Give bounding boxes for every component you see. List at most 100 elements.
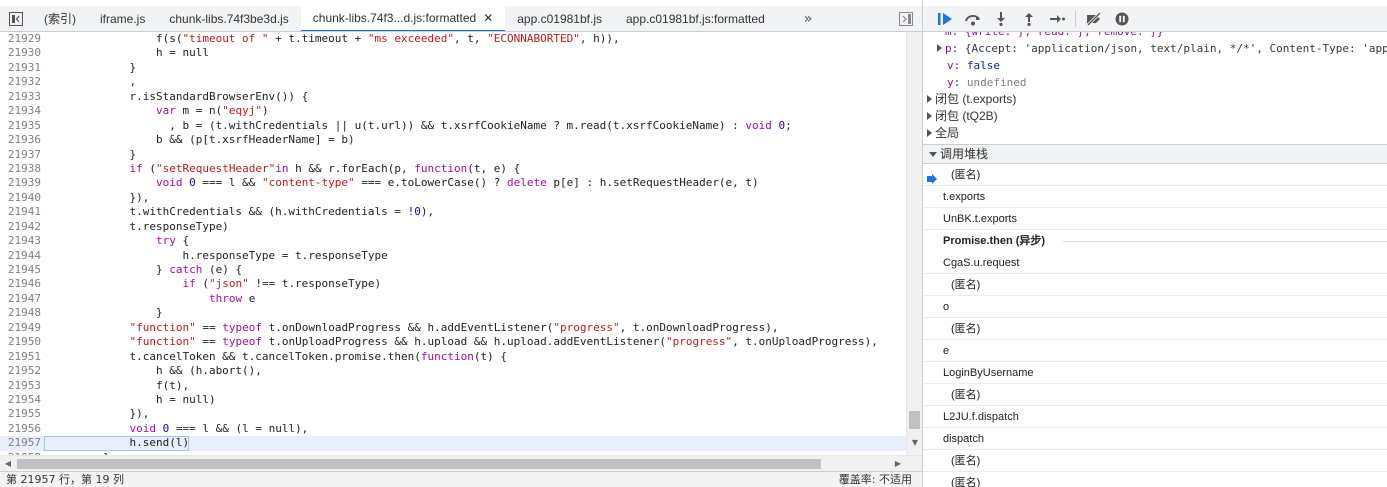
code-line[interactable]: 21954 h = null) — [0, 393, 906, 407]
code-line[interactable]: 21941 t.withCredentials && (h.withCreden… — [0, 205, 906, 219]
code-line[interactable]: 21955 }), — [0, 407, 906, 421]
line-number[interactable]: 21943 — [0, 234, 44, 248]
deactivate-breakpoints-icon[interactable] — [1080, 6, 1108, 32]
line-number[interactable]: 21930 — [0, 46, 44, 60]
tab-2[interactable]: chunk-libs.74f3be3d.js — [157, 6, 300, 31]
scope-section[interactable]: 全局 — [923, 125, 1387, 142]
line-number[interactable]: 21955 — [0, 407, 44, 421]
code-line[interactable]: 21949 "function" == typeof t.onDownloadP… — [0, 321, 906, 335]
scroll-left-arrow-icon[interactable]: ◀ — [3, 459, 13, 469]
line-number[interactable]: 21944 — [0, 249, 44, 263]
expand-triangle-icon[interactable] — [937, 44, 942, 52]
line-number[interactable]: 21957 — [0, 436, 44, 450]
call-frame[interactable]: UnBK.t.exports — [923, 208, 1387, 230]
line-number[interactable]: 21946 — [0, 277, 44, 291]
call-frame[interactable]: (匿名) — [923, 450, 1387, 472]
code-line[interactable]: 21956 void 0 === l && (l = null), — [0, 422, 906, 436]
resume-icon[interactable] — [931, 6, 959, 32]
scope-section[interactable]: 闭包 (tQ2B) — [923, 108, 1387, 125]
call-frame[interactable]: LoginByUsername — [923, 362, 1387, 384]
line-number[interactable]: 21941 — [0, 205, 44, 219]
call-frame[interactable]: (匿名) — [923, 472, 1387, 487]
horizontal-scroll-thumb[interactable] — [17, 459, 821, 469]
call-frame[interactable]: (匿名) — [923, 164, 1387, 186]
scope-section[interactable]: 闭包 (t.exports) — [923, 91, 1387, 108]
line-number[interactable]: 21932 — [0, 75, 44, 89]
line-number[interactable]: 21947 — [0, 292, 44, 306]
code-line[interactable]: 21930 h = null — [0, 46, 906, 60]
call-frame[interactable]: dispatch — [923, 428, 1387, 450]
close-tab-icon[interactable]: ✕ — [483, 11, 493, 25]
call-frame[interactable]: CgaS.u.request — [923, 252, 1387, 274]
call-frame[interactable]: (匿名) — [923, 274, 1387, 296]
line-number[interactable]: 21935 — [0, 119, 44, 133]
tab-4[interactable]: app.c01981bf.js — [505, 6, 614, 31]
call-frame[interactable]: (匿名) — [923, 318, 1387, 340]
call-frame[interactable]: t.exports — [923, 186, 1387, 208]
step-out-icon[interactable] — [1015, 6, 1043, 32]
line-number[interactable]: 21940 — [0, 191, 44, 205]
scope-variable-p[interactable]: p: {Accept: 'application/json, text/plai… — [923, 40, 1387, 57]
debugger-sidebar-toggle-icon[interactable] — [898, 11, 914, 27]
code-line[interactable]: 21957 h.send(l) — [0, 436, 906, 451]
code-line[interactable]: 21936 b && (p[t.xsrfHeaderName] = b) — [0, 133, 906, 147]
line-number[interactable]: 21939 — [0, 176, 44, 190]
expand-triangle-icon[interactable] — [927, 95, 932, 103]
line-number[interactable]: 21951 — [0, 350, 44, 364]
line-number[interactable]: 21933 — [0, 90, 44, 104]
line-number[interactable]: 21934 — [0, 104, 44, 118]
code-line[interactable]: 21942 t.responseType) — [0, 220, 906, 234]
code-line[interactable]: 21945 } catch (e) { — [0, 263, 906, 277]
tab-5[interactable]: app.c01981bf.js:formatted — [614, 6, 777, 31]
line-number[interactable]: 21936 — [0, 133, 44, 147]
pause-exceptions-icon[interactable] — [1108, 6, 1136, 32]
line-number[interactable]: 21953 — [0, 379, 44, 393]
call-frame[interactable]: (匿名) — [923, 384, 1387, 406]
scope-variable-partial[interactable]: m: {write: ƒ, read: ƒ, remove: ƒ} — [923, 32, 1387, 40]
scroll-right-arrow-icon[interactable]: ▶ — [893, 459, 903, 469]
line-number[interactable]: 21929 — [0, 32, 44, 46]
step-icon[interactable] — [1043, 6, 1071, 32]
line-number[interactable]: 21954 — [0, 393, 44, 407]
scroll-down-arrow-icon[interactable]: ▼ — [910, 438, 920, 448]
code-line[interactable]: 21952 h && (h.abort(), — [0, 364, 906, 378]
call-frame[interactable]: o — [923, 296, 1387, 318]
code-line[interactable]: 21950 "function" == typeof t.onUploadPro… — [0, 335, 906, 349]
expand-triangle-icon[interactable] — [927, 112, 932, 120]
tab-1[interactable]: iframe.js — [88, 6, 157, 31]
code-line[interactable]: 21933 r.isStandardBrowserEnv()) { — [0, 90, 906, 104]
call-stack-header[interactable]: 调用堆栈 — [923, 144, 1387, 164]
line-number[interactable]: 21942 — [0, 220, 44, 234]
code-line[interactable]: 21931 } — [0, 61, 906, 75]
call-frame[interactable]: e — [923, 340, 1387, 362]
navigator-toggle-icon[interactable] — [0, 6, 32, 31]
code-line[interactable]: 21946 if ("json" !== t.responseType) — [0, 277, 906, 291]
tab-3[interactable]: chunk-libs.74f3...d.js:formatted ✕ — [300, 6, 506, 31]
scope-variable-y[interactable]: y: undefined — [923, 74, 1387, 91]
line-number[interactable]: 21948 — [0, 306, 44, 320]
code-line[interactable]: 21944 h.responseType = t.responseType — [0, 249, 906, 263]
step-over-icon[interactable] — [959, 6, 987, 32]
code-line[interactable]: 21935 , b = (t.withCredentials || u(t.ur… — [0, 119, 906, 133]
call-frame[interactable]: L2JU.f.dispatch — [923, 406, 1387, 428]
code-line[interactable]: 21938 if ("setRequestHeader"in h && r.fo… — [0, 162, 906, 176]
code-line[interactable]: 21937 } — [0, 148, 906, 162]
code-line[interactable]: 21929 f(s("timeout of " + t.timeout + "m… — [0, 32, 906, 46]
horizontal-scrollbar[interactable]: ◀ ▶ — [0, 455, 922, 471]
code-line[interactable]: 21948 } — [0, 306, 906, 320]
code-line[interactable]: 21953 f(t), — [0, 379, 906, 393]
scope-variable-v[interactable]: v: false — [923, 57, 1387, 74]
line-number[interactable]: 21956 — [0, 422, 44, 436]
code-line[interactable]: 21943 try { — [0, 234, 906, 248]
code-line[interactable]: 21934 var m = n("eqyj") — [0, 104, 906, 118]
code-line[interactable]: 21932 , — [0, 75, 906, 89]
line-number[interactable]: 21938 — [0, 162, 44, 176]
line-number[interactable]: 21945 — [0, 263, 44, 277]
more-tabs-button[interactable]: » — [800, 6, 816, 31]
expand-triangle-icon[interactable] — [927, 129, 932, 137]
line-number[interactable]: 21949 — [0, 321, 44, 335]
step-into-icon[interactable] — [987, 6, 1015, 32]
line-number[interactable]: 21937 — [0, 148, 44, 162]
code-line[interactable]: 21947 throw e — [0, 292, 906, 306]
vertical-scrollbar[interactable]: ▼ — [906, 32, 922, 455]
